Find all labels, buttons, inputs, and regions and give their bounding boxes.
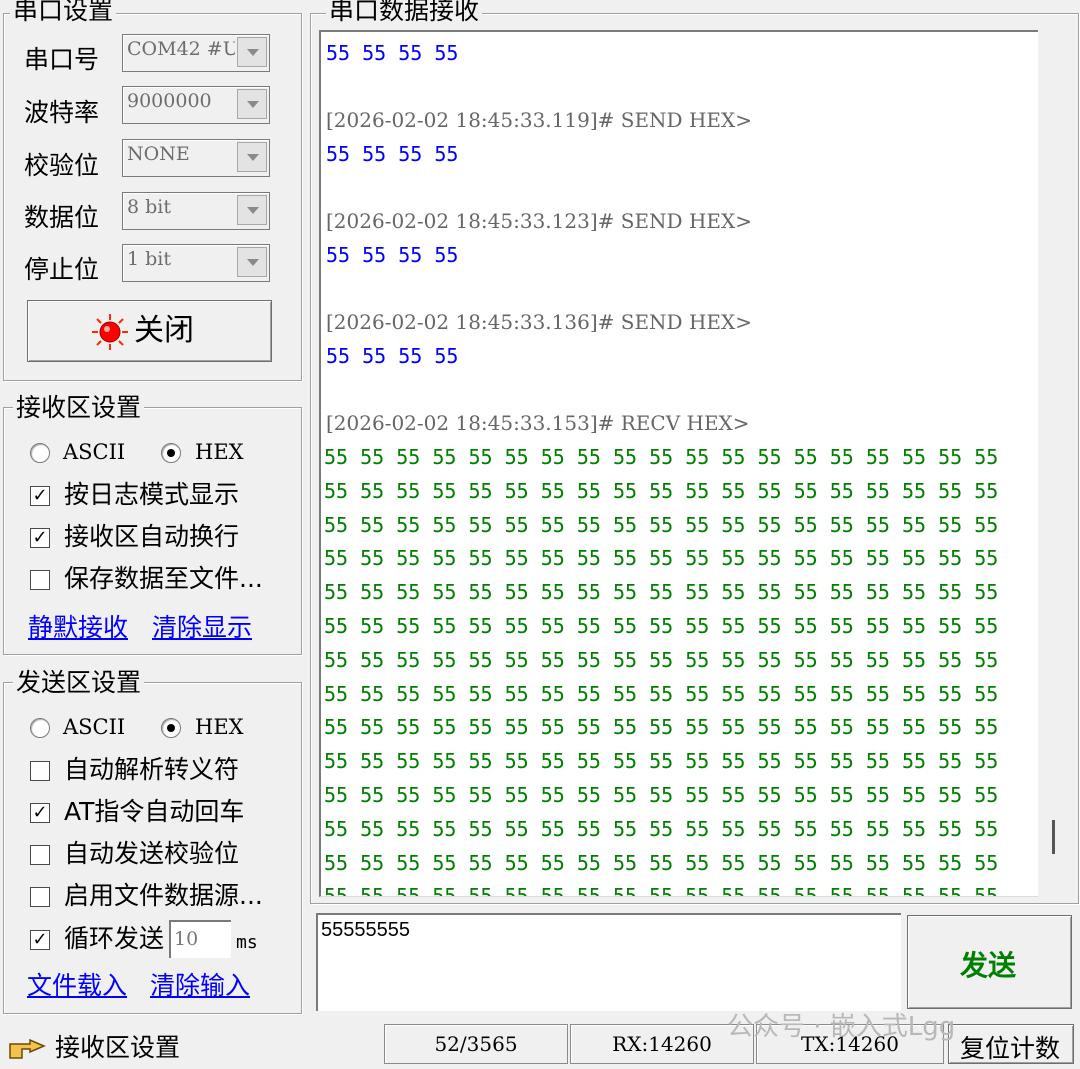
stopbits-combo[interactable]: 1 bit bbox=[122, 244, 270, 282]
recv-data-line: 55 55 55 55 55 55 55 55 55 55 55 55 55 5… bbox=[324, 681, 999, 706]
recv-data-line: 55 55 55 55 55 55 55 55 55 55 55 55 55 5… bbox=[324, 445, 999, 469]
watermark: 公众号 · 嵌入式Lgg bbox=[727, 1012, 956, 1042]
send-ascii-radio[interactable] bbox=[30, 718, 50, 738]
send-data-line: 55 55 55 55 bbox=[326, 142, 459, 166]
log-mode-checkbox[interactable]: ✓ bbox=[30, 486, 50, 506]
port-combo[interactable]: COM42 #U: bbox=[122, 34, 270, 72]
send-button-label: 发送 bbox=[960, 949, 1017, 982]
send-hex-label[interactable]: HEX bbox=[195, 714, 244, 740]
recv-settings-title: 接收区设置 bbox=[13, 394, 145, 422]
recv-ascii-label[interactable]: ASCII bbox=[63, 439, 125, 465]
file-load-link[interactable]: 文件载入 bbox=[27, 971, 127, 1001]
recv-data-line: 55 55 55 55 55 55 55 55 55 55 55 55 55 5… bbox=[324, 884, 999, 897]
recv-data-line: 55 55 55 55 55 55 55 55 55 55 55 55 55 5… bbox=[324, 749, 999, 774]
reset-count-button[interactable]: 复位计数 bbox=[948, 1024, 1074, 1064]
chevron-down-icon[interactable] bbox=[237, 142, 267, 172]
recv-hex-label[interactable]: HEX bbox=[195, 439, 244, 465]
loop-interval-input[interactable]: 10 bbox=[169, 920, 231, 958]
at-cr-checkbox[interactable]: ✓ bbox=[30, 803, 50, 823]
close-port-button[interactable]: 关闭 bbox=[27, 300, 272, 362]
send-data-line: 55 55 55 55 bbox=[326, 344, 459, 368]
serial-settings-title: 串口设置 bbox=[10, 0, 117, 25]
databits-value: 8 bit bbox=[127, 196, 172, 218]
status-hint: 接收区设置 bbox=[55, 1033, 181, 1062]
silent-receive-link[interactable]: 静默接收 bbox=[28, 613, 128, 643]
parity-value: NONE bbox=[127, 143, 190, 165]
port-value: COM42 #U: bbox=[127, 38, 235, 60]
close-button-label: 关闭 bbox=[134, 313, 194, 348]
send-input-value: 55555555 bbox=[321, 919, 410, 941]
baud-label: 波特率 bbox=[24, 98, 100, 127]
send-settings-title: 发送区设置 bbox=[13, 669, 145, 697]
save-file-label[interactable]: 保存数据至文件... bbox=[64, 564, 263, 594]
recv-hex-radio[interactable] bbox=[161, 443, 181, 463]
recv-data-line: 55 55 55 55 55 55 55 55 55 55 55 55 55 5… bbox=[324, 546, 999, 571]
baud-combo[interactable]: 9000000 bbox=[122, 86, 270, 124]
loop-send-checkbox[interactable]: ✓ bbox=[30, 930, 50, 950]
escape-checkbox[interactable] bbox=[30, 761, 50, 781]
recv-data-line: 55 55 55 55 55 55 55 55 55 55 55 55 55 5… bbox=[324, 478, 999, 503]
parity-label: 校验位 bbox=[24, 151, 100, 180]
stopbits-label: 停止位 bbox=[24, 255, 100, 284]
recv-data-line: 55 55 55 55 55 55 55 55 55 55 55 55 55 5… bbox=[324, 850, 999, 875]
log-mode-label[interactable]: 按日志模式显示 bbox=[64, 480, 239, 510]
loop-interval-value: 10 bbox=[174, 928, 199, 950]
checksum-label[interactable]: 自动发送校验位 bbox=[64, 839, 239, 869]
recv-timestamp-line: [2026-02-02 18:45:33.153]# RECV HEX> bbox=[326, 411, 750, 435]
send-timestamp-line: [2026-02-02 18:45:33.119]# SEND HEX> bbox=[326, 108, 752, 132]
chevron-down-icon[interactable] bbox=[237, 195, 267, 225]
auto-wrap-checkbox[interactable]: ✓ bbox=[30, 528, 50, 548]
recv-scrollbar[interactable] bbox=[1038, 30, 1074, 894]
recv-data-line: 55 55 55 55 55 55 55 55 55 55 55 55 55 5… bbox=[324, 816, 999, 841]
loop-send-label[interactable]: 循环发送 bbox=[64, 924, 164, 954]
recv-data-line: 55 55 55 55 55 55 55 55 55 55 55 55 55 5… bbox=[324, 580, 999, 605]
parity-combo[interactable]: NONE bbox=[122, 139, 270, 177]
recv-data-line: 55 55 55 55 bbox=[326, 41, 459, 65]
recv-text-area[interactable]: 55 55 55 55 [2026-02-02 18:45:33.119]# S… bbox=[319, 30, 1038, 897]
chevron-down-icon[interactable] bbox=[237, 247, 267, 277]
auto-wrap-label[interactable]: 接收区自动换行 bbox=[64, 522, 239, 552]
recv-data-line: 55 55 55 55 55 55 55 55 55 55 55 55 55 5… bbox=[324, 783, 999, 807]
recv-data-line: 55 55 55 55 55 55 55 55 55 55 55 55 55 5… bbox=[324, 715, 999, 740]
clear-display-link[interactable]: 清除显示 bbox=[152, 613, 252, 643]
chevron-down-icon[interactable] bbox=[237, 37, 267, 67]
reset-count-label: 复位计数 bbox=[960, 1034, 1061, 1063]
checksum-checkbox[interactable] bbox=[30, 845, 50, 865]
clear-input-link[interactable]: 清除输入 bbox=[150, 971, 250, 1001]
baud-value: 9000000 bbox=[127, 90, 212, 112]
databits-label: 数据位 bbox=[24, 203, 100, 232]
pointing-hand-icon bbox=[9, 1038, 46, 1059]
send-ascii-label[interactable]: ASCII bbox=[63, 714, 125, 740]
recv-data-line: 55 55 55 55 55 55 55 55 55 55 55 55 55 5… bbox=[324, 512, 999, 537]
loop-interval-unit: ms bbox=[236, 932, 258, 953]
at-cr-label[interactable]: AT指令自动回车 bbox=[64, 797, 244, 827]
recv-scroll-thumb[interactable] bbox=[1052, 820, 1055, 854]
send-input[interactable]: 55555555 bbox=[316, 913, 901, 1011]
send-timestamp-line: [2026-02-02 18:45:33.136]# SEND HEX> bbox=[326, 310, 752, 334]
port-label: 串口号 bbox=[24, 45, 100, 74]
recv-ascii-radio[interactable] bbox=[30, 443, 50, 463]
recv-data-line: 55 55 55 55 55 55 55 55 55 55 55 55 55 5… bbox=[324, 647, 999, 672]
send-hex-radio[interactable] bbox=[161, 718, 181, 738]
escape-label[interactable]: 自动解析转义符 bbox=[64, 755, 239, 785]
file-source-label[interactable]: 启用文件数据源... bbox=[64, 881, 263, 911]
save-file-checkbox[interactable] bbox=[30, 570, 50, 590]
send-data-line: 55 55 55 55 bbox=[326, 243, 459, 267]
status-line-count: 52/3565 bbox=[384, 1024, 568, 1064]
stopbits-value: 1 bit bbox=[127, 248, 172, 270]
send-timestamp-line: [2026-02-02 18:45:33.123]# SEND HEX> bbox=[326, 209, 752, 233]
send-button[interactable]: 发送 bbox=[907, 915, 1072, 1009]
databits-combo[interactable]: 8 bit bbox=[122, 192, 270, 230]
file-source-checkbox[interactable] bbox=[30, 887, 50, 907]
recv-data-line: 55 55 55 55 55 55 55 55 55 55 55 55 55 5… bbox=[324, 614, 999, 638]
chevron-down-icon[interactable] bbox=[237, 89, 267, 119]
recv-area-title: 串口数据接收 bbox=[326, 0, 483, 25]
led-icon bbox=[92, 314, 128, 350]
